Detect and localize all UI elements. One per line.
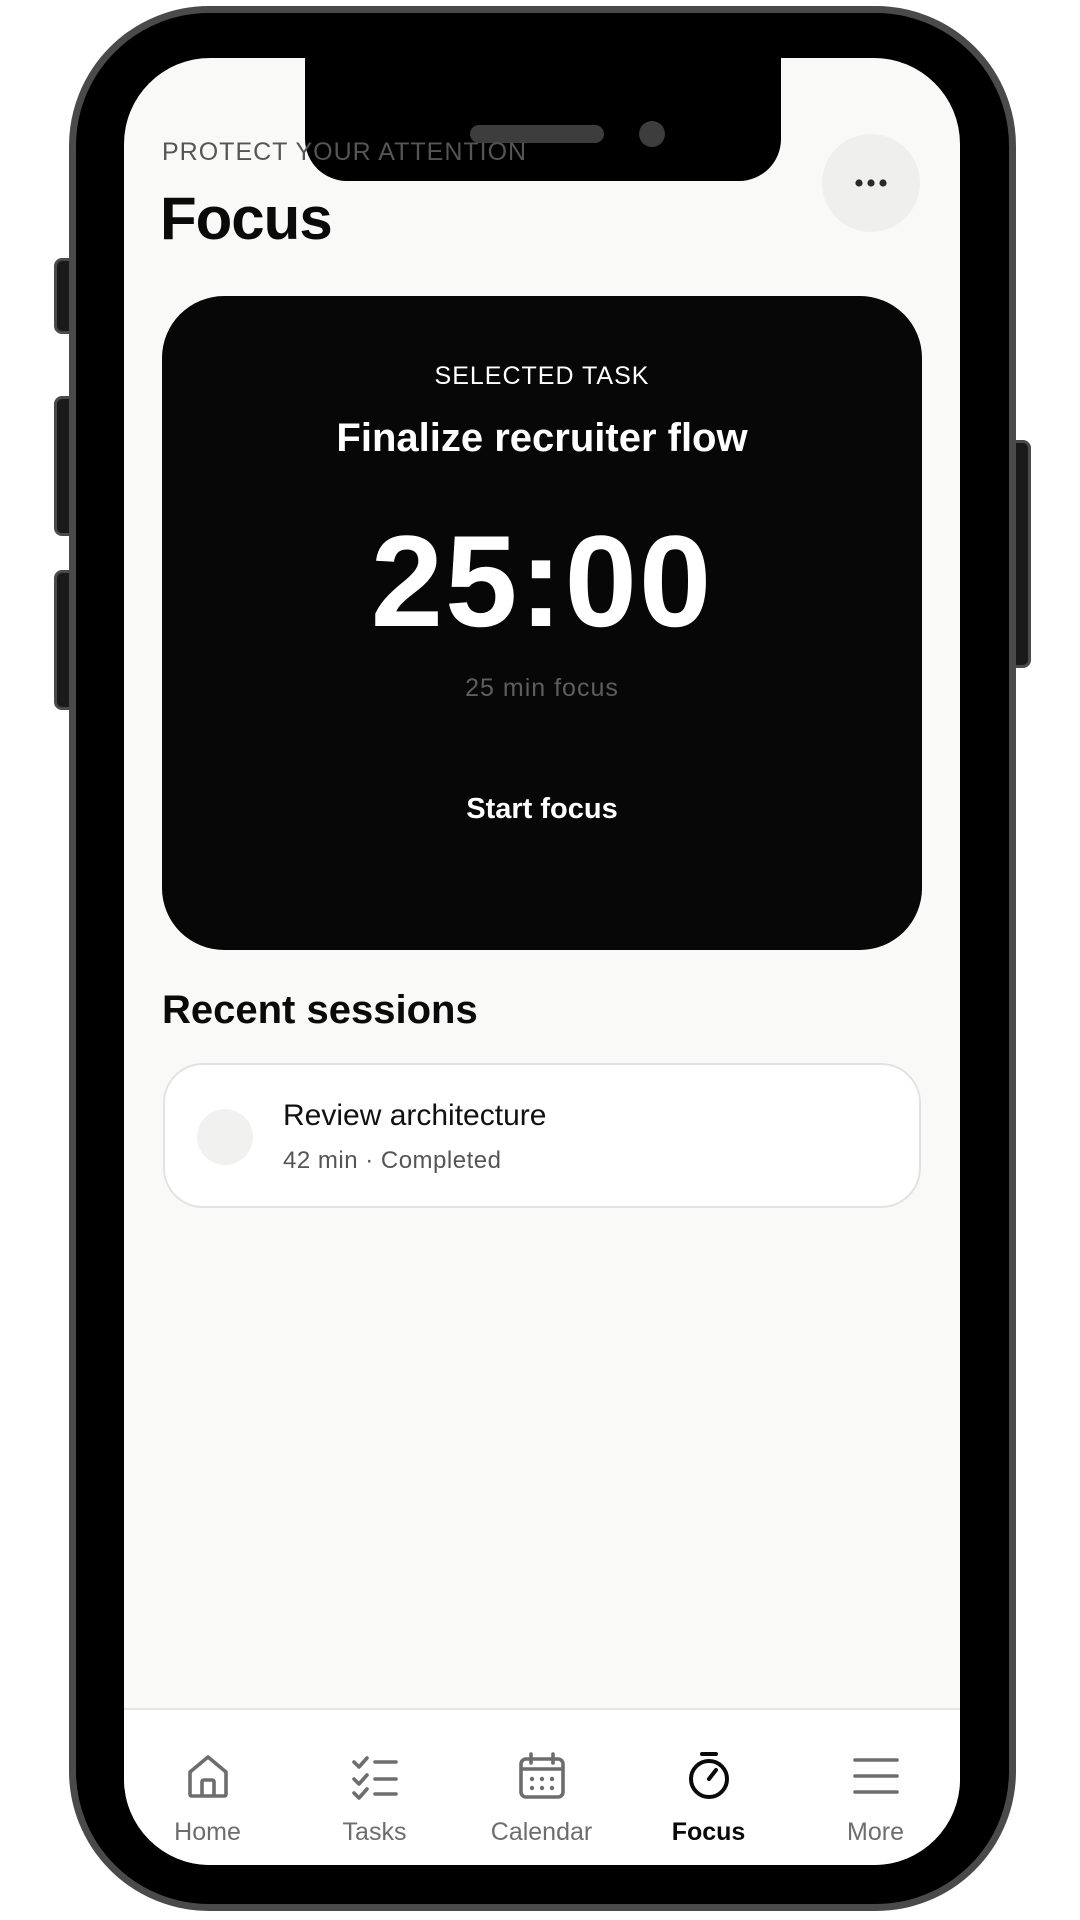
recent-sessions-heading: Recent sessions	[162, 988, 478, 1032]
tab-focus[interactable]: Focus	[625, 1710, 792, 1865]
tab-tasks[interactable]: Tasks	[291, 1710, 458, 1865]
tasks-icon	[352, 1756, 398, 1800]
app-screen: PROTECT YOUR ATTENTION Focus SELECTED TA…	[124, 58, 960, 1865]
calendar-icon	[519, 1752, 565, 1799]
selected-task-label: SELECTED TASK	[434, 362, 650, 390]
tab-calendar[interactable]: Calendar	[458, 1710, 625, 1865]
tab-home[interactable]: Home	[124, 1710, 291, 1865]
tab-more-label: More	[847, 1818, 904, 1846]
session-meta: 42 min · Completed	[283, 1147, 502, 1174]
tab-more[interactable]: More	[792, 1710, 959, 1865]
focus-timer-card: SELECTED TASK Finalize recruiter flow 25…	[162, 296, 922, 950]
tab-calendar-label: Calendar	[490, 1818, 593, 1846]
tab-home-label: Home	[174, 1818, 241, 1846]
home-icon	[188, 1755, 228, 1798]
session-title: Review architecture	[283, 1099, 547, 1132]
header-eyebrow: PROTECT YOUR ATTENTION	[162, 138, 528, 166]
front-camera	[639, 121, 665, 147]
tab-focus-label: Focus	[671, 1818, 746, 1846]
ellipsis-icon	[855, 179, 887, 187]
focus-duration-label: 25 min focus	[465, 674, 619, 702]
start-focus-button[interactable]: Start focus	[392, 776, 692, 842]
stopwatch-icon	[689, 1752, 729, 1799]
timer-display: 25:00	[370, 508, 714, 654]
session-status-icon	[197, 1109, 253, 1165]
selected-task-title: Finalize recruiter flow	[336, 416, 748, 460]
bottom-tab-bar: Home Tasks Calendar Focus More	[124, 1708, 960, 1865]
tab-tasks-label: Tasks	[342, 1818, 407, 1846]
page-title: Focus	[160, 185, 333, 252]
more-options-button[interactable]	[822, 134, 920, 232]
menu-icon	[853, 1758, 899, 1794]
session-list-item[interactable]: Review architecture 42 min · Completed	[163, 1063, 921, 1208]
